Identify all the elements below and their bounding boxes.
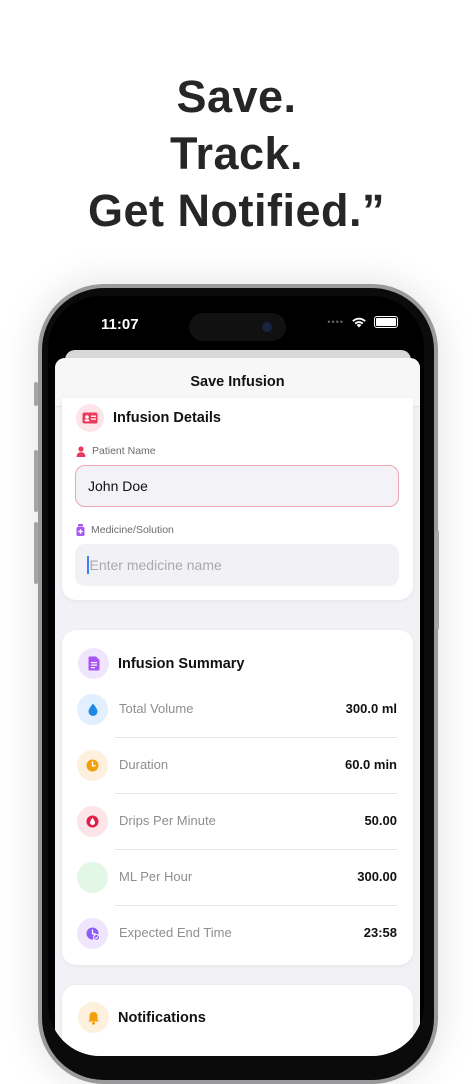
row-label: Total Volume [119,701,194,716]
document-icon [78,648,109,679]
row-value: 300.00 [357,869,397,884]
notifications-card: Notifications [62,985,413,1056]
medicine-label-text: Medicine/Solution [91,524,174,536]
infusion-details-header: Infusion Details [76,404,221,432]
infusion-summary-title: Infusion Summary [118,655,245,672]
headline: Save. Track. Get Notified.” [0,68,473,239]
patient-name-label: Patient Name [76,445,156,457]
notifications-header: Notifications [78,1002,206,1033]
text-caret [87,556,89,574]
camera-dot [262,322,272,332]
mute-switch [34,382,38,406]
infusion-summary-header: Infusion Summary [78,648,245,679]
row-value: 50.00 [364,813,397,828]
phone-screen: 11:07 •••• Save Infusion Infusion Detail… [48,296,424,1056]
volume-down-button [34,522,38,584]
summary-row-drips-per-minute: Drips Per Minute 50.00 [77,794,397,850]
power-button [435,530,439,630]
status-time: 11:07 [101,316,139,333]
summary-row-ml-per-hour: ML Per Hour 300.00 [77,850,397,906]
headline-line-1: Save. [176,71,297,122]
patient-name-input[interactable]: John Doe [75,465,399,507]
status-icons: •••• [327,316,398,328]
bell-icon [78,1002,109,1033]
infusion-details-card: Infusion Details Patient Name John Doe M… [62,398,413,600]
drop-icon [77,694,108,725]
signal-icon: •••• [327,317,344,327]
summary-row-expected-end-time: Expected End Time 23:58 [77,906,397,962]
clock-icon [77,750,108,781]
row-value: 23:58 [363,925,397,940]
patient-name-label-text: Patient Name [92,445,156,457]
id-card-icon [76,404,104,432]
summary-row-duration: Duration 60.0 min [77,738,397,794]
battery-icon [374,316,398,328]
medicine-bottle-icon [76,524,85,536]
row-value: 300.0 ml [345,701,397,716]
speed-icon [77,862,108,893]
blood-drop-icon [77,806,108,837]
infusion-details-title: Infusion Details [113,410,221,426]
headline-line-2: Track. [169,128,304,179]
person-icon [76,445,86,457]
medicine-placeholder: Enter medicine name [89,557,222,573]
summary-row-total-volume: Total Volume 300.0 ml [77,682,397,738]
wifi-icon [352,317,366,328]
row-label: Expected End Time [119,925,232,940]
dynamic-island [189,313,286,341]
row-label: ML Per Hour [119,869,193,884]
medicine-input[interactable]: Enter medicine name [75,544,399,586]
save-infusion-sheet: Save Infusion Infusion Details Patient N… [55,358,420,1056]
clock-check-icon [77,918,108,949]
row-label: Drips Per Minute [119,813,216,828]
notifications-title: Notifications [118,1009,206,1026]
patient-name-value: John Doe [88,478,148,494]
row-label: Duration [119,757,169,772]
nav-title: Save Infusion [190,374,285,390]
headline-line-3: Get Notified.” [88,185,385,236]
medicine-label: Medicine/Solution [76,524,174,536]
row-value: 60.0 min [344,757,397,772]
infusion-summary-card: Infusion Summary Total Volume 300.0 ml D… [62,630,413,965]
volume-up-button [34,450,38,512]
